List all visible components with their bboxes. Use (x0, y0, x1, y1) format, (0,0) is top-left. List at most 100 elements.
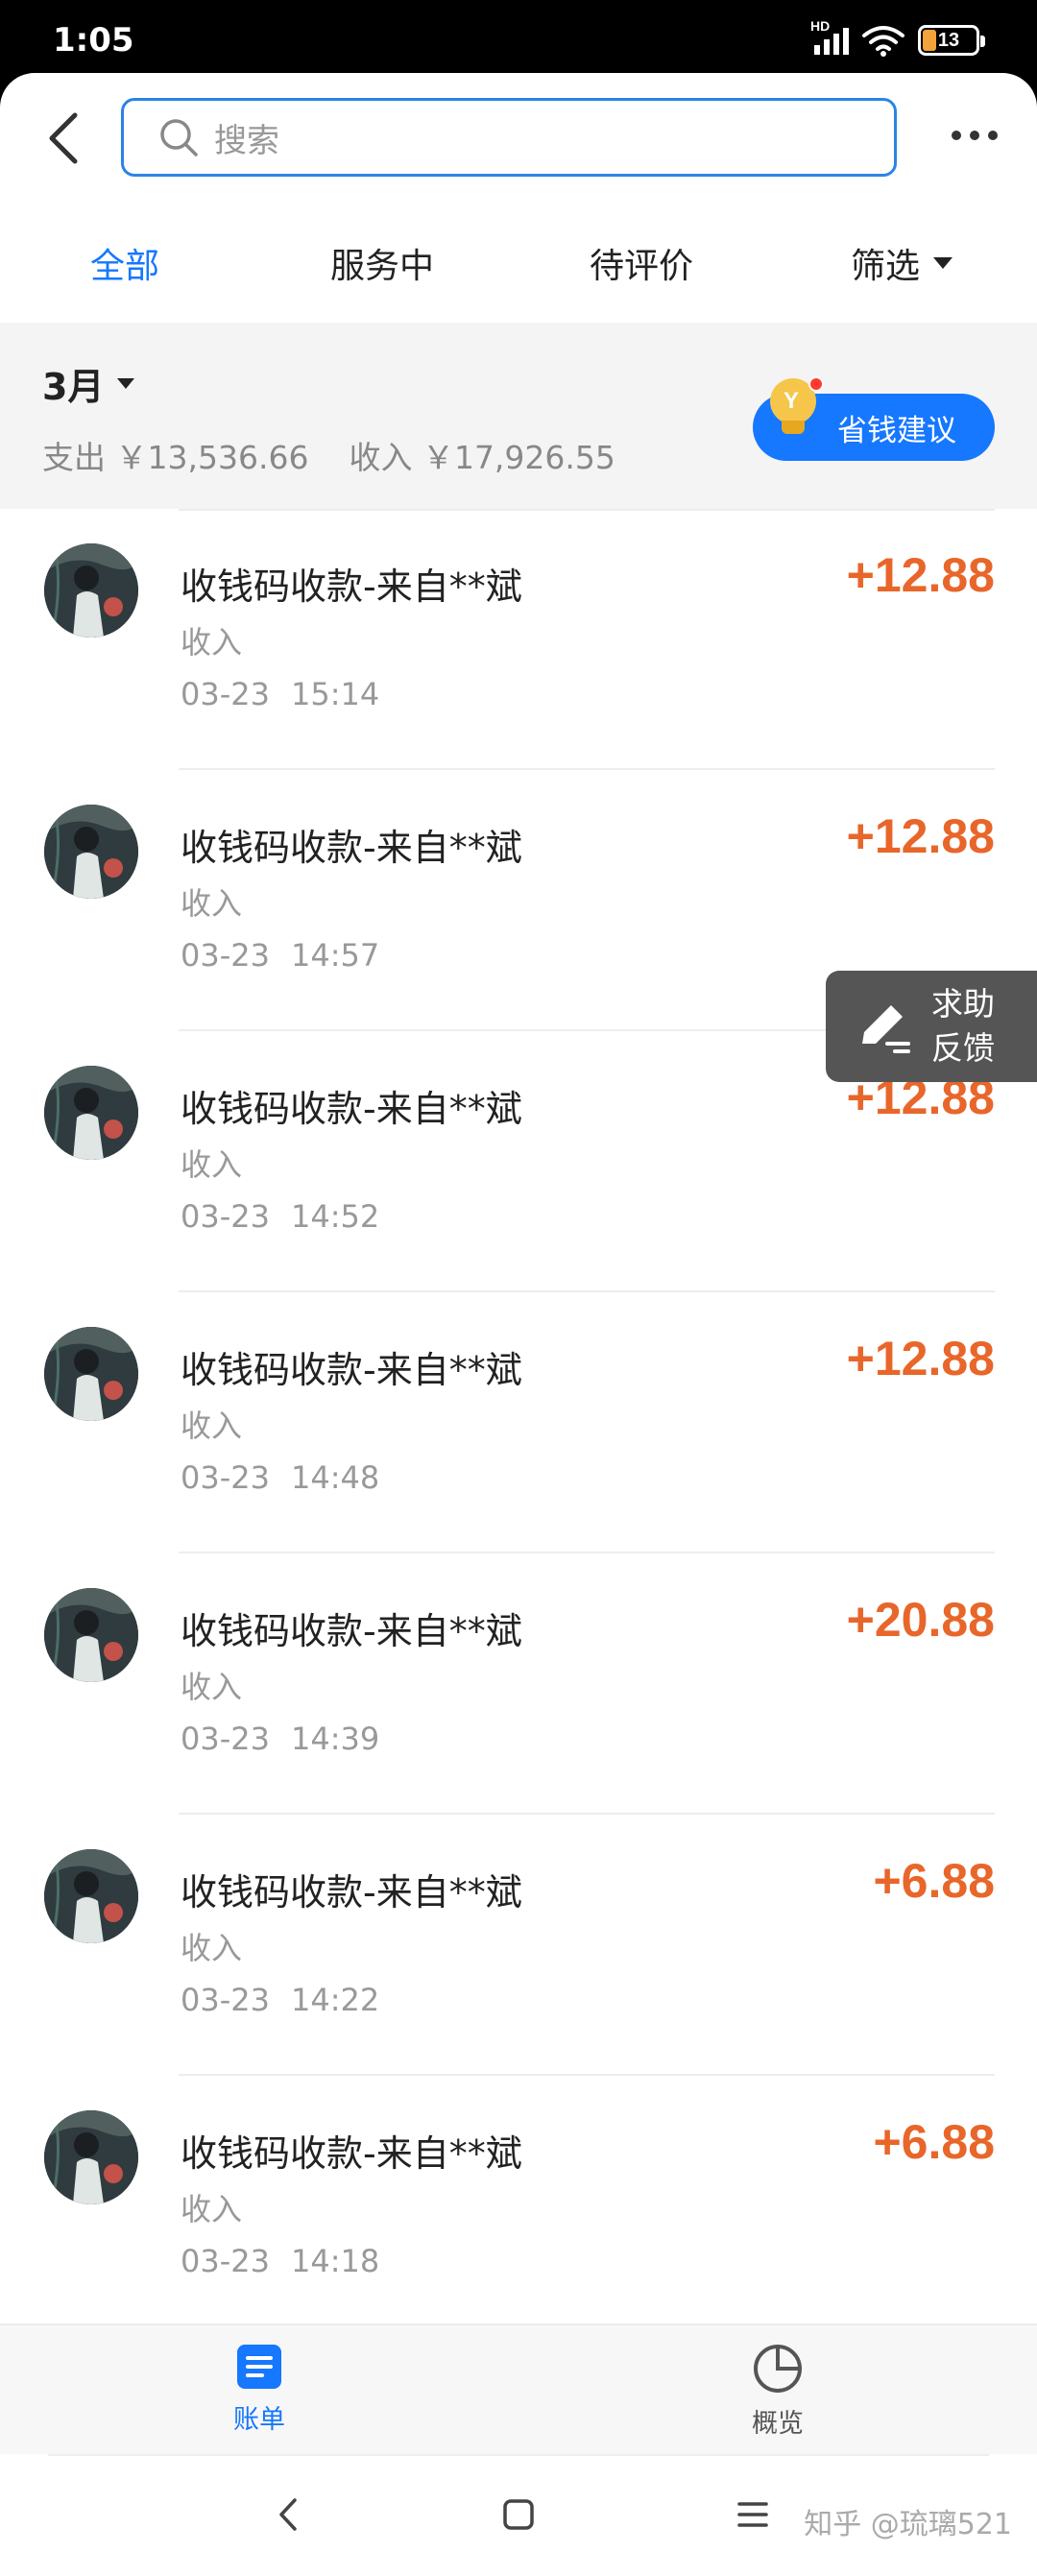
system-menu-button[interactable] (724, 2491, 782, 2539)
avatar (44, 805, 138, 899)
back-button[interactable] (36, 102, 90, 175)
watermark: 知乎 @琉璃521 (804, 2508, 1012, 2541)
status-icons: HD 13 (810, 18, 985, 58)
bill-icon (237, 2345, 281, 2389)
tab-pending-review[interactable]: 待评价 (590, 238, 693, 288)
avatar (44, 543, 138, 638)
transaction-date: 03-23 (181, 1721, 270, 1757)
network-type-label: HD (810, 18, 831, 34)
transaction-time: 14:22 (290, 1982, 380, 2018)
filter-tabs: 全部 服务中 待评价 筛选 (0, 198, 1037, 323)
transaction-time: 15:14 (290, 676, 380, 712)
top-bar: 搜索 (0, 73, 1037, 198)
battery-level: 13 (937, 29, 960, 51)
filter-label: 筛选 (851, 247, 921, 286)
transaction-time: 14:52 (290, 1198, 380, 1235)
transaction-amount: +12.88 (846, 548, 995, 602)
transaction-title: 收钱码收款-来自**斌 (181, 1610, 522, 1652)
transaction-datetime: 03-23 14:52 (181, 1198, 379, 1235)
transaction-type: 收入 (181, 624, 243, 661)
transaction-datetime: 03-23 14:39 (181, 1721, 379, 1757)
transaction-datetime: 03-23 15:14 (181, 676, 379, 712)
caret-down-icon (933, 257, 953, 269)
transaction-amount: +6.88 (873, 1854, 995, 1908)
more-dot-icon (970, 131, 979, 140)
transaction-time: 14:57 (290, 937, 380, 974)
status-time: 1:05 (53, 21, 134, 60)
transaction-datetime: 03-23 14:22 (181, 1982, 379, 2018)
more-dot-icon (988, 131, 998, 140)
help-label: 求助 (931, 985, 995, 1023)
transaction-date: 03-23 (181, 2243, 270, 2279)
saving-advice-button[interactable]: Y 省钱建议 (753, 376, 995, 461)
transaction-type: 收入 (181, 1930, 243, 1966)
transaction-type: 收入 (181, 885, 243, 922)
transaction-date: 03-23 (181, 1459, 270, 1496)
transaction-amount: +12.88 (846, 1332, 995, 1385)
transaction-type: 收入 (181, 1146, 243, 1183)
transaction-row[interactable]: 收钱码收款-来自**斌 收入 03-23 15:14 +12.88 (0, 509, 1037, 770)
transaction-time: 14:18 (290, 2243, 380, 2279)
nav-item-bill[interactable]: 账单 (202, 2343, 317, 2436)
wifi-icon (862, 26, 904, 57)
transaction-date: 03-23 (181, 676, 270, 712)
transaction-amount: +12.88 (846, 809, 995, 863)
transaction-date: 03-23 (181, 1198, 270, 1235)
pencil-icon (862, 1005, 910, 1053)
transaction-type: 收入 (181, 1669, 243, 1705)
avatar (44, 1327, 138, 1421)
system-nav-bar: 知乎 @琉璃521 (0, 2454, 1037, 2576)
transaction-row[interactable]: 收钱码收款-来自**斌收入 03-23 14:18 +6.88 (0, 2076, 1037, 2323)
bottom-nav: 账单 概览 (0, 2323, 1037, 2454)
pie-chart-icon (754, 2345, 802, 2393)
battery-icon: 13 (918, 25, 985, 56)
search-icon (160, 119, 198, 156)
transaction-title: 收钱码收款-来自**斌 (181, 1088, 522, 1130)
transaction-time: 14:48 (290, 1459, 380, 1496)
avatar (44, 2110, 138, 2204)
system-home-button[interactable] (490, 2491, 547, 2539)
transaction-title: 收钱码收款-来自**斌 (181, 1871, 522, 1914)
lightbulb-icon: Y (770, 376, 824, 447)
square-icon (503, 2499, 534, 2530)
nav-label-overview: 概览 (752, 2409, 804, 2439)
transaction-title: 收钱码收款-来自**斌 (181, 1349, 522, 1391)
transaction-amount: +6.88 (873, 2115, 995, 2169)
income-total: 收入 ￥17,926.55 (349, 439, 615, 476)
transaction-type: 收入 (181, 2191, 243, 2227)
search-input[interactable]: 搜索 (121, 98, 897, 177)
nav-item-overview[interactable]: 概览 (720, 2343, 835, 2440)
transaction-title: 收钱码收款-来自**斌 (181, 2132, 522, 2175)
tab-filter[interactable]: 筛选 (851, 238, 953, 288)
transaction-list: 收钱码收款-来自**斌 收入 03-23 15:14 +12.88 收钱码收款-来自**斌… (0, 509, 1037, 2323)
more-options-button[interactable] (941, 111, 1008, 159)
transaction-time: 14:39 (290, 1721, 380, 1757)
chevron-left-icon (279, 2498, 297, 2531)
month-label: 3月 (42, 366, 105, 408)
transaction-row[interactable]: 收钱码收款-来自**斌收入 03-23 14:48 +12.88 (0, 1292, 1037, 1553)
chevron-left-icon (49, 112, 78, 164)
transaction-date: 03-23 (181, 1982, 270, 2018)
transaction-date: 03-23 (181, 937, 270, 974)
tab-in-service[interactable]: 服务中 (330, 238, 434, 288)
search-placeholder: 搜索 (214, 121, 279, 160)
expense-total: 支出 ￥13,536.66 (42, 439, 309, 476)
status-bar: 1:05 HD 13 (0, 0, 1037, 77)
tab-all[interactable]: 全部 (90, 238, 159, 288)
avatar (44, 1849, 138, 1943)
avatar (44, 1588, 138, 1682)
menu-icon (737, 2502, 768, 2527)
bill-page: 搜索 全部 服务中 待评价 筛选 3月 支出 ￥13,536.66 收入 ￥17… (0, 73, 1037, 2454)
transaction-title: 收钱码收款-来自**斌 (181, 827, 522, 869)
more-dot-icon (952, 131, 961, 140)
system-back-button[interactable] (259, 2491, 317, 2539)
transaction-row[interactable]: 收钱码收款-来自**斌收入 03-23 14:22 +6.88 (0, 1815, 1037, 2076)
nav-label-bill: 账单 (233, 2405, 285, 2435)
transaction-datetime: 03-23 14:48 (181, 1459, 379, 1496)
transaction-datetime: 03-23 14:18 (181, 2243, 379, 2279)
help-feedback-button[interactable]: 求助 反馈 (826, 971, 1037, 1082)
transaction-row[interactable]: 收钱码收款-来自**斌 收入 03-23 14:39 +20.88 (0, 1553, 1037, 1815)
avatar (44, 1066, 138, 1160)
month-selector[interactable]: 3月 (42, 357, 135, 410)
transaction-type: 收入 (181, 1408, 243, 1444)
